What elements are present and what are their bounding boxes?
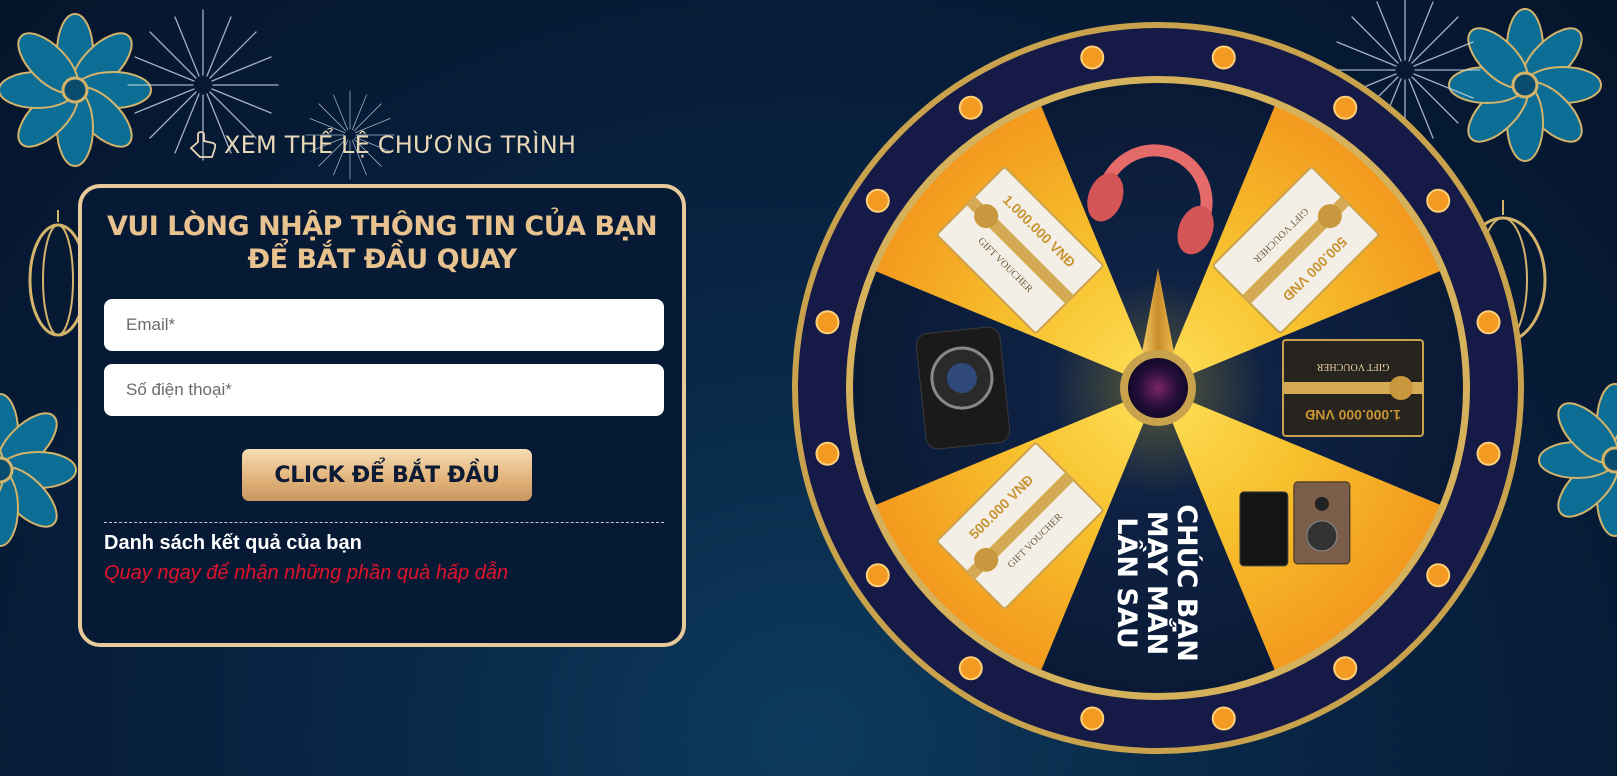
svg-text:LẦN SAU: LẦN SAU [1111, 517, 1146, 649]
svg-text:CHÚC BẠN: CHÚC BẠN [1171, 504, 1203, 662]
spin-hub-button[interactable] [1128, 358, 1188, 418]
rules-link-label: XEM THỂ LỆ CHƯƠNG TRÌNH [224, 131, 577, 159]
email-field[interactable] [104, 299, 664, 351]
wheel-bulb [1476, 441, 1501, 466]
svg-text:GIFT VOUCHER: GIFT VOUCHER [1316, 361, 1389, 372]
wheel-bulb [1080, 706, 1105, 731]
rules-link[interactable]: XEM THỂ LỆ CHƯƠNG TRÌNH [188, 128, 576, 162]
wheel-bulb [1211, 706, 1236, 731]
wheel-bulb [1476, 310, 1501, 335]
results-empty-message: Quay ngay để nhận những phần quà hấp dẫn [104, 562, 509, 584]
flower-decoration-top-left [0, 13, 152, 167]
start-button[interactable]: CLICK ĐỂ BẮT ĐẦU [242, 449, 532, 501]
speakers-icon [1239, 481, 1351, 567]
form-title: VUI LÒNG NHẬP THÔNG TIN CỦA BẠN ĐỂ BẮT Đ… [106, 211, 658, 275]
wheel-bulb [1080, 45, 1105, 70]
flower-decoration-right [1537, 382, 1617, 538]
wheel-bulb [1426, 188, 1451, 213]
wheel-bulb [1211, 45, 1236, 70]
flower-decoration-bottom-left [0, 392, 78, 548]
wheel-bulb [1333, 95, 1358, 120]
better-luck-label: CHÚC BẠNMAY MẮNLẦN SAU [1111, 504, 1203, 662]
wheel-bulb [815, 441, 840, 466]
wheel-bulb [865, 563, 890, 588]
wheel-bulb [815, 310, 840, 335]
svg-text:1.000.000 VNĐ: 1.000.000 VNĐ [1305, 407, 1401, 423]
divider [104, 522, 664, 523]
wheel-bulb [1333, 656, 1358, 681]
phone-field[interactable] [104, 364, 664, 416]
pointer-hand-icon [189, 131, 217, 158]
results-title: Danh sách kết quả của bạn [104, 532, 362, 554]
lucky-wheel[interactable]: GIFT VOUCHER500.000 VNĐGIFT VOUCHER1.000… [788, 18, 1528, 758]
wheel-bulb [1426, 563, 1451, 588]
wheel-bulb [958, 656, 983, 681]
gift-voucher-icon: GIFT VOUCHER 1.000.000 VNĐ [1282, 339, 1424, 437]
wheel-bulb [958, 95, 983, 120]
wheel-bulb [865, 188, 890, 213]
camera-icon [915, 326, 1011, 450]
info-form-panel: VUI LÒNG NHẬP THÔNG TIN CỦA BẠN ĐỂ BẮT Đ… [78, 184, 686, 647]
svg-text:MAY MẮN: MAY MẮN [1141, 511, 1177, 656]
